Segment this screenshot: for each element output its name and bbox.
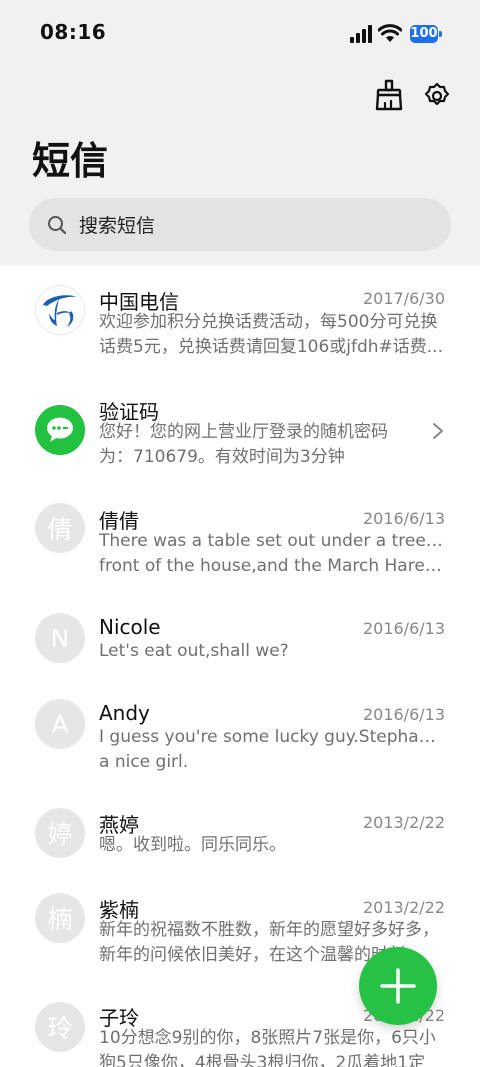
conversation-date: 2016/6/13 [362, 705, 445, 724]
avatar: 楠 [35, 893, 85, 943]
conversation-preview: 嗯。收到啦。同乐同乐。 [99, 835, 286, 855]
signal-icon [350, 25, 372, 43]
conversation-date: 2016/6/13 [362, 619, 445, 638]
conversation-preview: 欢迎参加积分兑换话费活动，每500分可兑换 [99, 312, 438, 332]
conversation-sender: Andy [99, 701, 150, 725]
app-header: 08:16 100 短信 搜索短信 [0, 0, 480, 266]
avatar: 玲 [35, 1002, 85, 1052]
gear-icon [424, 82, 450, 106]
conversation-preview: 您好！您的网上营业厅登录的随机密码 [99, 422, 388, 442]
wifi-icon [378, 24, 402, 42]
search-input[interactable]: 搜索短信 [29, 198, 451, 251]
avatar: 倩 [35, 503, 85, 553]
plus-icon [380, 968, 416, 1004]
status-bar: 08:16 100 [0, 0, 480, 64]
china-telecom-logo-icon [43, 295, 77, 327]
search-placeholder: 搜索短信 [79, 215, 156, 237]
status-time: 08:16 [40, 20, 107, 44]
conversation-sender: Nicole [99, 615, 161, 639]
search-icon [48, 215, 67, 234]
conversation-preview: 狗5只像你，4根骨头3根归你，2瓜着地1定 [99, 1053, 426, 1067]
conversation-item[interactable]: 中国电信 2017/6/30 欢迎参加积分兑换话费活动，每500分可兑换 话费5… [0, 266, 480, 376]
chevron-right-icon [433, 423, 443, 439]
clean-button[interactable] [372, 76, 406, 114]
conversation-preview: There was a table set out under a tree i… [99, 531, 445, 551]
avatar [35, 405, 85, 455]
avatar: 婷 [35, 808, 85, 858]
battery-icon: 100 [408, 23, 442, 45]
brush-icon [375, 79, 403, 111]
conversation-preview: 10分想念9别的你，8张照片7张是你，6只小 [99, 1028, 436, 1048]
header-actions [372, 76, 454, 114]
conversation-item[interactable]: N Nicole 2016/6/13 Let's eat out,shall w… [0, 596, 480, 682]
conversation-item[interactable]: A Andy 2016/6/13 I guess you're some luc… [0, 682, 480, 792]
conversation-item[interactable]: 婷 燕婷 2013/2/22 嗯。收到啦。同乐同乐。 [0, 792, 480, 878]
conversation-date: 2016/6/13 [362, 509, 445, 528]
conversation-preview: I guess you're some lucky guy.Stephanie … [99, 727, 445, 747]
avatar: N [35, 613, 85, 663]
avatar [35, 285, 85, 335]
conversation-preview: 新年的祝福数不胜数，新年的愿望好多好多， [99, 920, 439, 940]
page-title: 短信 [32, 139, 109, 183]
message-bubble-icon [47, 417, 73, 442]
conversation-date: 2013/2/22 [362, 813, 445, 832]
battery-level: 100 [410, 26, 438, 41]
conversation-item[interactable]: 倩 倩倩 2016/6/13 There was a table set out… [0, 486, 480, 596]
avatar: A [35, 699, 85, 749]
new-message-button[interactable] [359, 947, 437, 1025]
status-icons: 100 [350, 22, 442, 46]
conversation-preview: front of the house,and the March Hare an… [99, 556, 445, 576]
conversation-preview: Let's eat out,shall we? [99, 641, 289, 661]
conversation-preview: a nice girl. [99, 752, 189, 772]
conversation-date: 2013/2/22 [362, 898, 445, 917]
conversation-preview: 为：710679。有效时间为3分钟 [99, 447, 345, 467]
conversation-item[interactable]: 验证码 您好！您的网上营业厅登录的随机密码 为：710679。有效时间为3分钟 [0, 376, 480, 486]
settings-button[interactable] [420, 76, 454, 114]
conversation-preview: 话费5元，兑换话费请回复106或jfdh#话费... [99, 337, 443, 357]
conversation-date: 2017/6/30 [362, 289, 445, 308]
